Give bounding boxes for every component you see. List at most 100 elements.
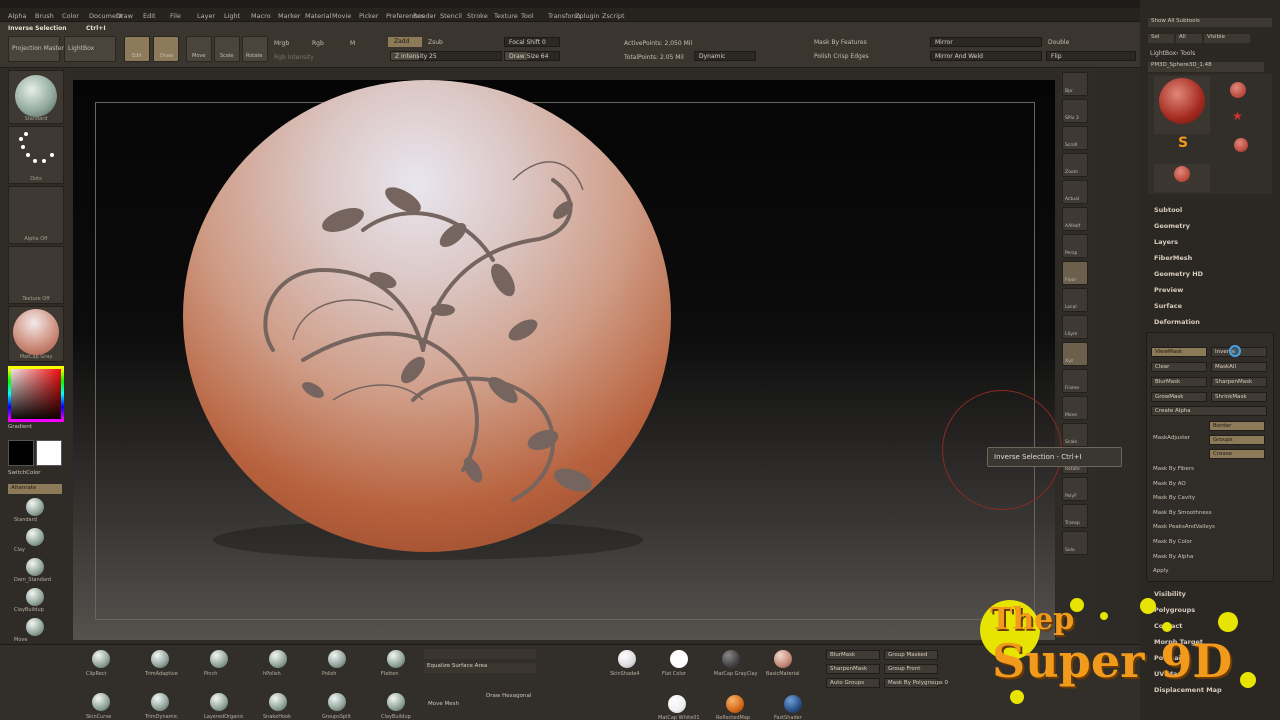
- skinshade4-material-icon[interactable]: [618, 650, 636, 668]
- actual-icon[interactable]: Actual: [1062, 180, 1088, 204]
- mask-by-features-button[interactable]: Mask By Features: [814, 39, 867, 46]
- matcap-white01-material-icon[interactable]: [668, 695, 686, 713]
- reflectedmap-material-icon[interactable]: [726, 695, 744, 713]
- viewmask-button[interactable]: ViewMask: [1151, 347, 1207, 357]
- sharpenmask-button[interactable]: SharpenMask: [826, 664, 880, 674]
- active-tool-thumb[interactable]: [1154, 76, 1210, 134]
- shrinkmask-button[interactable]: ShrinkMask: [1211, 392, 1267, 402]
- blurmask-button[interactable]: BlurMask: [1151, 377, 1207, 387]
- polyf-icon[interactable]: PolyF: [1062, 477, 1088, 501]
- zadd-button[interactable]: Zadd: [388, 37, 422, 47]
- mask-by-fibers-button[interactable]: Mask By Fibers: [1153, 466, 1194, 472]
- menu-item-material[interactable]: Material: [305, 12, 331, 20]
- m-toggle[interactable]: M: [350, 40, 355, 47]
- simplebrush-icon[interactable]: S: [1178, 136, 1192, 150]
- surface-slider[interactable]: [424, 649, 536, 659]
- bpr-icon[interactable]: Bpr: [1062, 72, 1088, 96]
- persp-icon[interactable]: Persp: [1062, 234, 1088, 258]
- mrgb-toggle[interactable]: Mrgb: [274, 40, 289, 47]
- mask-by-smoothness-button[interactable]: Mask By Smoothness: [1153, 510, 1212, 516]
- pinch-brush-icon[interactable]: [210, 650, 228, 668]
- create-alpha-button[interactable]: Create Alpha: [1151, 406, 1267, 416]
- trimadaptive-brush-icon[interactable]: [151, 650, 169, 668]
- dynamic-button[interactable]: Dynamic: [694, 51, 756, 61]
- cliprect-brush-icon[interactable]: [92, 650, 110, 668]
- visible-button[interactable]: Visible: [1204, 34, 1250, 43]
- sharpenmask-button[interactable]: SharpenMask: [1211, 377, 1267, 387]
- floor-icon[interactable]: Floor: [1062, 261, 1088, 285]
- zsub-button[interactable]: Zsub: [428, 39, 443, 46]
- menu-item-movie[interactable]: Movie: [332, 12, 351, 20]
- aahalf-icon[interactable]: AAHalf: [1062, 207, 1088, 231]
- menu-item-render[interactable]: Render: [413, 12, 436, 20]
- flat-color-material-icon[interactable]: [670, 650, 688, 668]
- polish-crisp-edges-button[interactable]: Polish Crisp Edges: [814, 53, 869, 60]
- lsym-icon[interactable]: LSym: [1062, 315, 1088, 339]
- mask-adjuster-crease[interactable]: Crease: [1209, 449, 1265, 459]
- hpolish-brush-icon[interactable]: [269, 650, 287, 668]
- mask-by-ao-button[interactable]: Mask By AO: [1153, 481, 1186, 487]
- brush-dam_standard-icon[interactable]: [26, 558, 44, 576]
- menu-item-draw[interactable]: Draw: [116, 12, 133, 20]
- move-icon[interactable]: Move: [1062, 396, 1088, 420]
- sphere3d-thumb[interactable]: [1234, 138, 1248, 152]
- menu-item-edit[interactable]: Edit: [143, 12, 156, 20]
- document-canvas[interactable]: [73, 80, 1055, 640]
- lightbox-tools-button[interactable]: LightBox› Tools: [1150, 50, 1195, 57]
- menu-item-stroke[interactable]: Stroke: [467, 12, 488, 20]
- rgb-toggle[interactable]: Rgb: [312, 40, 324, 47]
- mask-by-cavity-button[interactable]: Mask By Cavity: [1153, 495, 1195, 501]
- mirror-button[interactable]: Mirror: [930, 37, 1042, 47]
- group-front-button[interactable]: Group Front: [884, 664, 938, 674]
- polish-brush-icon[interactable]: [328, 650, 346, 668]
- matcap-grayclay-material-icon[interactable]: [722, 650, 740, 668]
- section-geometry-hd[interactable]: Geometry HD: [1154, 270, 1203, 278]
- projection-master-button[interactable]: Projection Master: [8, 36, 64, 62]
- scale-button[interactable]: Scale: [214, 36, 240, 62]
- draw-button[interactable]: Draw: [153, 36, 179, 62]
- mirror-and-weld-button[interactable]: Mirror And Weld: [930, 51, 1042, 61]
- group-masked-button[interactable]: Group Masked: [884, 650, 938, 660]
- mask-peaksandvalleys-button[interactable]: Mask PeaksAndValleys: [1153, 524, 1215, 530]
- basicmaterial-material-icon[interactable]: [774, 650, 792, 668]
- menu-item-tool[interactable]: Tool: [521, 12, 534, 20]
- brush-selector[interactable]: Standard: [8, 70, 64, 124]
- mask-adjuster-border[interactable]: Border: [1209, 421, 1265, 431]
- snakehook-brush-icon[interactable]: [269, 693, 287, 711]
- z-intensity-slider[interactable]: Z Intensity 25: [390, 51, 502, 61]
- mask-by-color-button[interactable]: Mask By Color: [1153, 539, 1192, 545]
- menu-item-color[interactable]: Color: [62, 12, 79, 20]
- tool-name-slider[interactable]: PM3D_Sphere3D_1.48: [1148, 62, 1264, 72]
- mask-by-alpha-button[interactable]: Mask By Alpha: [1153, 554, 1193, 560]
- brush-standard-icon[interactable]: [26, 498, 44, 516]
- cylinder-thumb[interactable]: [1230, 82, 1246, 98]
- section-fibermesh[interactable]: FiberMesh: [1154, 254, 1192, 262]
- growmask-button[interactable]: GrowMask: [1151, 392, 1207, 402]
- blurmask-button[interactable]: BlurMask: [826, 650, 880, 660]
- equalize-surface-area-button[interactable]: Equalize Surface Area: [424, 663, 536, 673]
- move-button[interactable]: Move: [186, 36, 212, 62]
- brush-move-icon[interactable]: [26, 618, 44, 636]
- texture-selector[interactable]: Texture Off: [8, 246, 64, 304]
- frame-icon[interactable]: Frame: [1062, 369, 1088, 393]
- material-selector[interactable]: MatCap Gray: [8, 306, 64, 362]
- mask-by-polygroups-0-button[interactable]: Mask By Polygroups 0: [884, 678, 948, 688]
- xyz-icon[interactable]: Xyz: [1062, 342, 1088, 366]
- scroll-icon[interactable]: Scroll: [1062, 126, 1088, 150]
- menu-item-light[interactable]: Light: [224, 12, 240, 20]
- apply-button[interactable]: Apply: [1153, 568, 1169, 574]
- menu-item-zscript[interactable]: Zscript: [602, 12, 625, 20]
- section-surface[interactable]: Surface: [1154, 302, 1182, 310]
- menu-item-stencil[interactable]: Stencil: [440, 12, 462, 20]
- rotate-button[interactable]: Rotate: [242, 36, 268, 62]
- draw-size-slider[interactable]: Draw Size 64: [504, 51, 560, 61]
- brush-clay-icon[interactable]: [26, 528, 44, 546]
- zoom-icon[interactable]: Zoom: [1062, 153, 1088, 177]
- layeredorganic-brush-icon[interactable]: [210, 693, 228, 711]
- menu-item-alpha[interactable]: Alpha: [8, 12, 26, 20]
- menu-item-picker[interactable]: Picker: [359, 12, 378, 20]
- spix-3-icon[interactable]: SPix 3: [1062, 99, 1088, 123]
- menu-item-file[interactable]: File: [170, 12, 181, 20]
- trimdynamic-brush-icon[interactable]: [151, 693, 169, 711]
- menu-item-brush[interactable]: Brush: [35, 12, 54, 20]
